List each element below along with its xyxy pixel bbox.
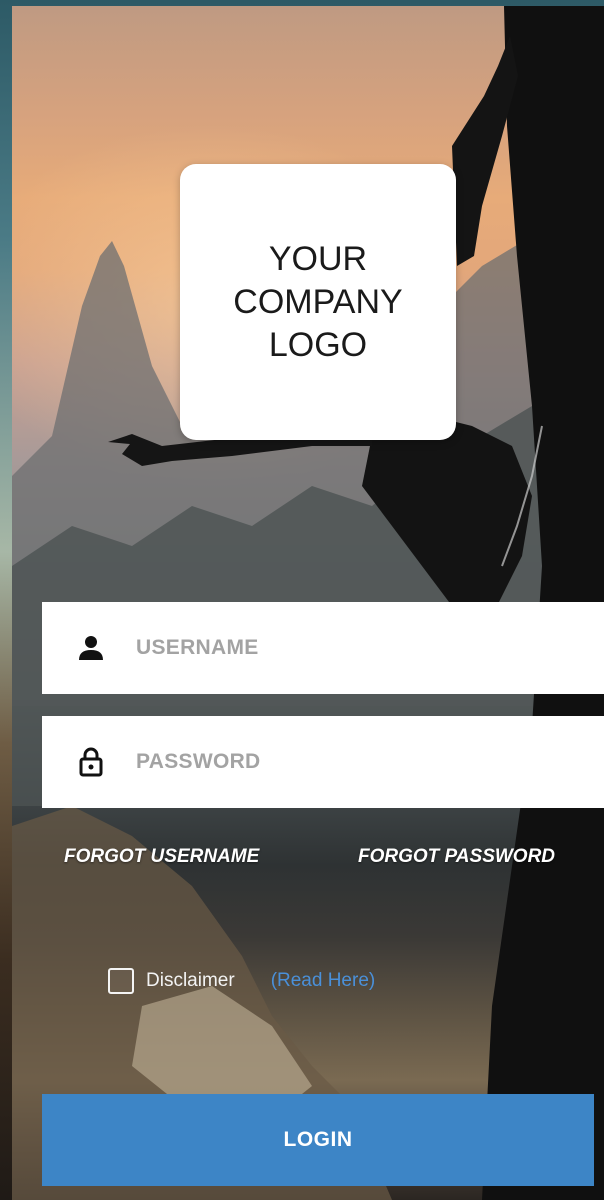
login-button[interactable]: LOGIN: [42, 1094, 594, 1186]
lock-icon: [76, 747, 106, 777]
forgot-username-link[interactable]: FORGOT USERNAME: [64, 846, 259, 868]
company-logo-placeholder-text: YOUR COMPANY LOGO: [233, 239, 403, 364]
disclaimer-row: Disclaimer (Read Here): [108, 968, 375, 994]
username-field[interactable]: [42, 602, 604, 694]
disclaimer-label: Disclaimer: [146, 970, 235, 991]
password-field[interactable]: [42, 716, 604, 808]
password-input[interactable]: [136, 742, 556, 782]
login-screen: YOUR COMPANY LOGO FORGOT USERNAME FORGOT…: [12, 6, 604, 1200]
username-input[interactable]: [136, 628, 556, 668]
company-logo-card: YOUR COMPANY LOGO: [180, 164, 456, 440]
read-here-link[interactable]: (Read Here): [271, 970, 376, 992]
person-icon: [76, 633, 106, 663]
disclaimer-checkbox[interactable]: [108, 968, 134, 994]
climber-arm: [452, 36, 518, 266]
forgot-password-link[interactable]: FORGOT PASSWORD: [358, 846, 555, 868]
